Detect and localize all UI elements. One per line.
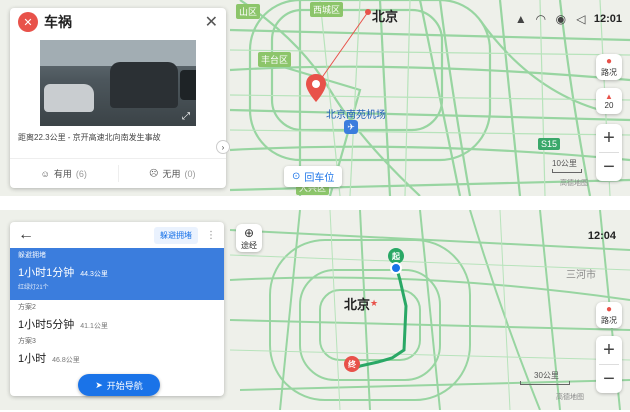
route-tag: 方案3 [18, 338, 36, 345]
traffic-toggle-button[interactable]: ● 路况 [596, 302, 622, 328]
wifi-icon: ◠ [535, 12, 547, 26]
route-time-value: 1小时1分钟 [18, 267, 75, 279]
recenter-button[interactable]: ⊙ 回车位 [284, 166, 343, 187]
route-time: 1小时 46.8公里 [18, 350, 216, 366]
zoom-out-button[interactable]: − [596, 365, 622, 393]
route-option-2[interactable]: 方案2 1小时5分钟 41.1公里 [10, 300, 224, 334]
route-tag: 方案2 [18, 304, 36, 311]
route-tag: 躲避拥堵 [18, 252, 46, 259]
start-navigation-button[interactable]: ➤ 开始导航 [78, 374, 160, 396]
current-location-icon [390, 262, 402, 274]
traffic-icon: ● [605, 56, 613, 67]
route-time: 1小时1分钟 44.3公里 [18, 264, 216, 280]
incident-title: 车祸 [44, 14, 72, 30]
zoom-in-button[interactable]: + [596, 124, 622, 152]
route-option-1[interactable]: 躲避拥堵 1小时1分钟 44.3公里 红绿灯21个 [10, 248, 224, 300]
back-arrow-icon[interactable]: ← [18, 226, 154, 244]
status-bar-top: ▲ ◠ ◉ ◁ 12:01 [514, 12, 622, 26]
useless-button[interactable]: ☹ 无用 (0) [119, 159, 227, 188]
incident-map-screen: 西城区 山区 北京 丰台区 北京南苑机场 大兴区 S15 ✈ ▲ ◠ ◉ ◁ 1… [0, 0, 630, 196]
useful-label: 有用 [53, 169, 72, 179]
route-lights: 红绿灯21个 [18, 285, 49, 291]
brand-watermark: 高德地图 [556, 394, 584, 401]
start-navigation-label: 开始导航 [106, 380, 143, 391]
compass-icon[interactable]: ▲ [514, 12, 528, 26]
route-time-value: 1小时 [18, 353, 47, 365]
traffic-icon: ● [605, 304, 613, 315]
route-distance: 46.8公里 [52, 357, 80, 364]
north-icon: ▲ [605, 92, 613, 101]
feedback-bar: ☺ 有用 (6) ☹ 无用 (0) [10, 158, 226, 188]
add-waypoint-button[interactable]: ⊕ 途经 [236, 224, 262, 252]
incident-marker-icon[interactable] [306, 74, 326, 102]
city-label-beijing: 北京 [344, 297, 371, 312]
city-label-sanhe: 三河市 [566, 270, 596, 281]
district-label-south: 山区 [236, 4, 261, 19]
route-time-value: 1小时5分钟 [18, 319, 75, 331]
gps-icon: ◉ [555, 12, 567, 26]
useful-button[interactable]: ☺ 有用 (6) [10, 159, 118, 188]
district-label-fengtai: 丰台区 [258, 52, 292, 67]
photo-car [44, 84, 94, 112]
frown-icon: ☹ [149, 168, 159, 178]
expand-icon[interactable]: ⤢ [182, 111, 190, 122]
route-time: 1小时5分钟 41.1公里 [18, 316, 216, 332]
incident-photo[interactable]: ⤢ [40, 40, 196, 126]
zoom-out-button[interactable]: − [596, 153, 622, 181]
clock: 12:01 [593, 13, 622, 25]
traffic-label: 路况 [601, 316, 617, 325]
airport-icon: ✈ [344, 120, 358, 134]
photo-car [180, 70, 196, 100]
volume-icon[interactable]: ◁ [574, 12, 588, 26]
traffic-toggle-button[interactable]: ● 路况 [596, 54, 622, 80]
locate-icon: ⊙ [292, 171, 301, 182]
route-panel: ← 躲避拥堵 ⋮ 躲避拥堵 1小时1分钟 44.3公里 红绿灯21个 方案2 1小… [10, 222, 224, 396]
district-label-xicheng: 西城区 [310, 2, 344, 17]
map-scale: 30公里 [520, 370, 570, 385]
photo-car [110, 62, 178, 108]
airport-label: 北京南苑机场 [326, 110, 386, 121]
close-icon[interactable]: ✕ [205, 12, 218, 32]
waypoint-label: 途经 [241, 240, 257, 250]
recenter-label: 回车位 [304, 173, 335, 184]
navigation-arrow-icon: ➤ [95, 379, 103, 390]
zoom-in-button[interactable]: + [596, 336, 622, 364]
route-preference-button[interactable]: 躲避拥堵 [154, 226, 198, 244]
route-distance: 41.1公里 [80, 323, 108, 330]
zoom-control: + − [596, 124, 622, 181]
plus-circle-icon: ⊕ [243, 225, 255, 240]
end-pin[interactable]: 终 [344, 356, 360, 372]
city-star-icon: ★ [370, 298, 379, 308]
chevron-right-icon[interactable]: › [216, 140, 230, 154]
traffic-label: 路况 [601, 68, 617, 77]
clock: 12:04 [587, 230, 616, 242]
route-distance: 44.3公里 [80, 271, 108, 278]
incident-header: ✕ 车祸 ✕ [10, 8, 226, 36]
ring-road-badge: S15 [538, 138, 561, 150]
more-icon[interactable]: ⋮ [206, 230, 216, 241]
useless-label: 无用 [162, 169, 181, 179]
speed-value: 20 [604, 101, 614, 110]
brand-watermark: 高德地图 [560, 180, 588, 187]
useless-count: (0) [184, 168, 196, 179]
map-scale: 10公里 [552, 158, 582, 173]
route-option-3[interactable]: 方案3 1小时 46.8公里 [10, 334, 224, 368]
route-planning-screen: 北京 ★ 三河市 起 终 ⊕ 途经 12:04 ● 路况 + − 30公里 高德… [0, 210, 630, 410]
incident-panel: ✕ 车祸 ✕ ⤢ 距离22.3公里 - 京开高速北向南发生事故 › ☺ 有用 (… [10, 8, 230, 188]
smile-icon: ☺ [40, 168, 50, 179]
scale-label: 10公里 [552, 159, 577, 168]
zoom-control: + − [596, 336, 622, 393]
scale-label: 30公里 [534, 371, 559, 380]
route-panel-header: ← 躲避拥堵 ⋮ [10, 222, 224, 248]
city-label-beijing: 北京 [372, 9, 399, 24]
incident-description: 距离22.3公里 - 京开高速北向南发生事故 [18, 133, 161, 142]
car-crash-icon: ✕ [18, 12, 38, 32]
speed-badge[interactable]: ▲ 20 [596, 88, 622, 114]
useful-count: (6) [75, 168, 87, 179]
